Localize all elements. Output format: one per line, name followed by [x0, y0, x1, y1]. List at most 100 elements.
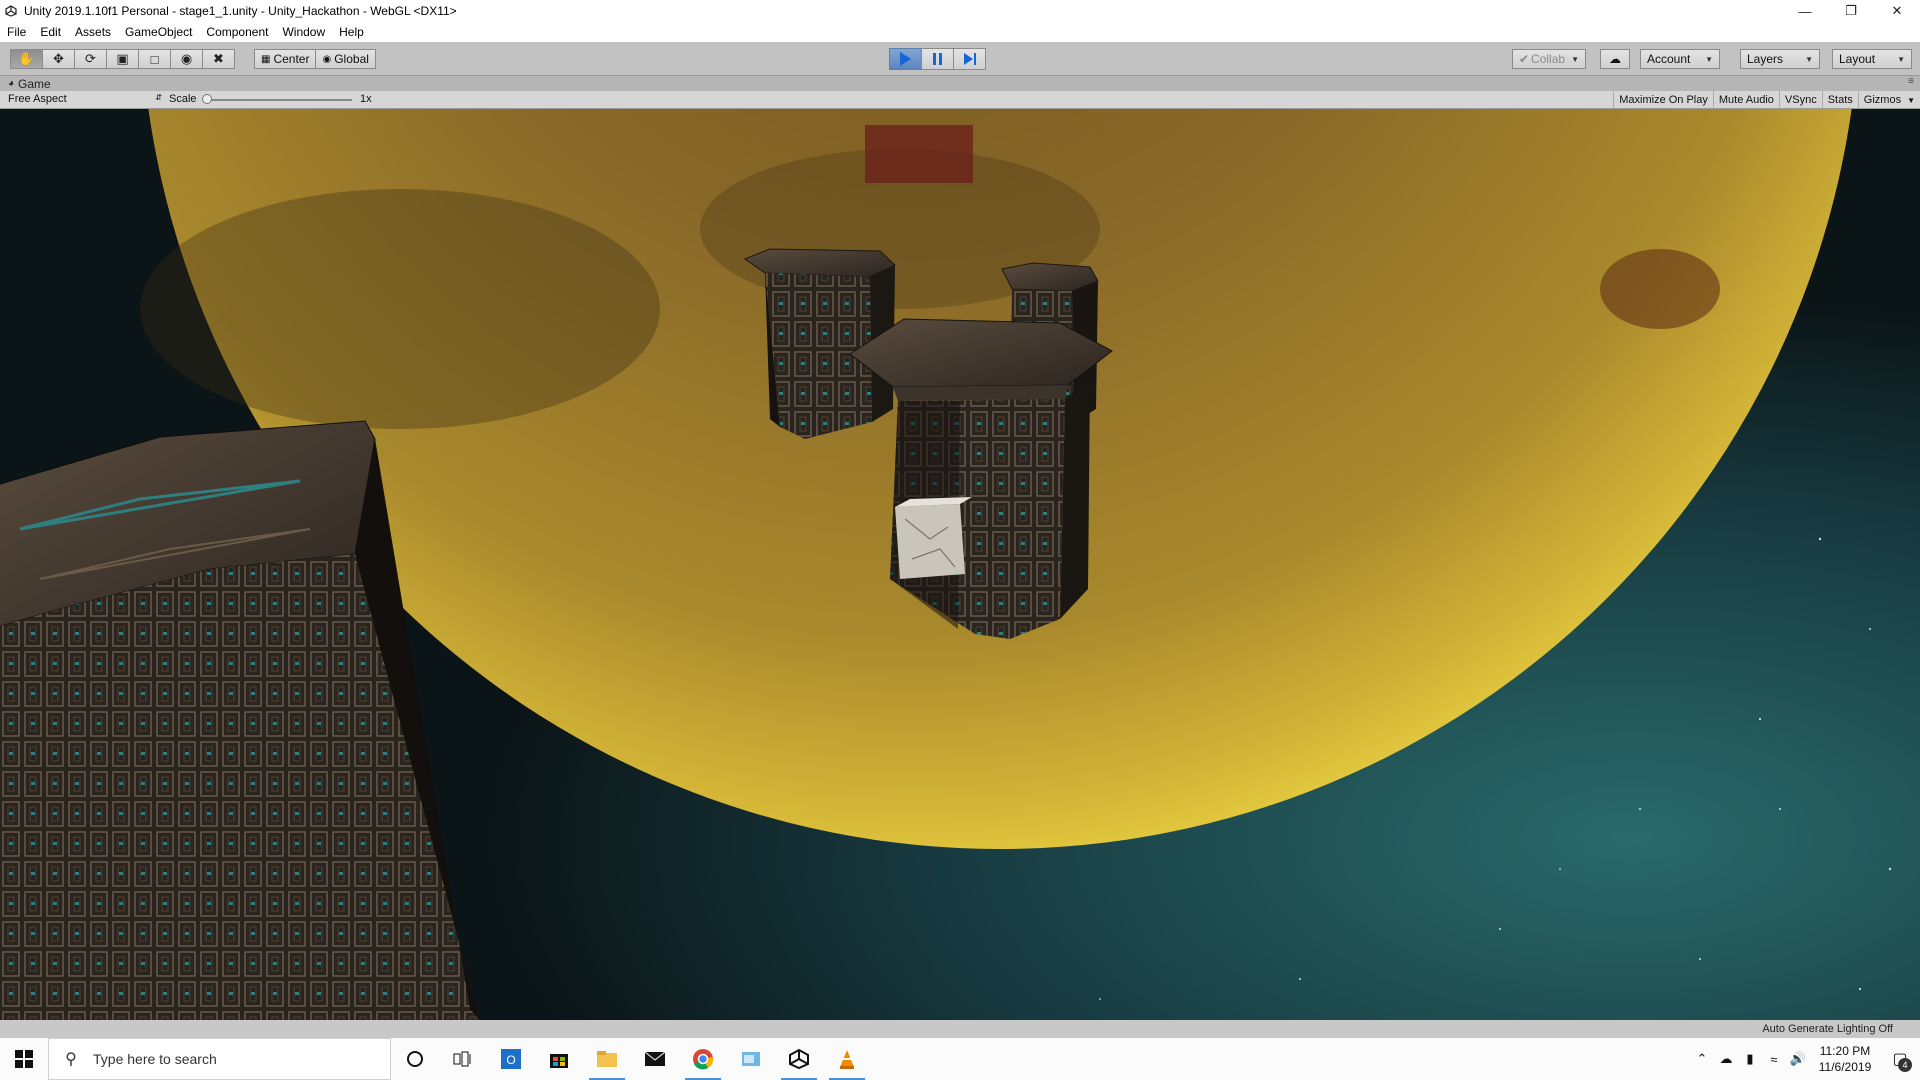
onedrive-icon[interactable]: ☁ — [1714, 1051, 1738, 1067]
scale-slider-thumb[interactable] — [202, 94, 212, 104]
close-icon[interactable]: ✕ — [1874, 0, 1920, 22]
system-tray: ⌃ ☁ ▮ ≈ 🔊 11:20 PM 11/6/2019 ▢ 4 — [1690, 1038, 1920, 1080]
chevron-down-icon: ▼ — [1571, 54, 1579, 64]
globe-icon: ◉ — [322, 53, 332, 65]
outlook-icon[interactable]: O — [487, 1038, 535, 1080]
maximize-on-play-toggle[interactable]: Maximize On Play — [1613, 91, 1713, 109]
status-bar: Auto Generate Lighting Off — [0, 1020, 1920, 1038]
main-toolbar: ✋ ✥ ⟳ ▣ □ ◉ ✖ ▦ Center ◉ Global ✔ Collab… — [0, 42, 1920, 76]
mute-audio-toggle[interactable]: Mute Audio — [1712, 91, 1779, 109]
menu-edit[interactable]: Edit — [33, 22, 68, 42]
chevron-down-icon: ▼ — [1897, 54, 1905, 64]
menu-assets[interactable]: Assets — [68, 22, 118, 42]
unity-logo-icon — [0, 0, 22, 22]
clock-time: 11:20 PM — [1819, 1044, 1871, 1058]
chevron-down-icon: ▼ — [1907, 95, 1915, 105]
tab-game-label: Game — [18, 76, 51, 91]
vsync-toggle[interactable]: VSync — [1778, 91, 1822, 109]
pause-button[interactable] — [921, 48, 954, 70]
collab-button[interactable]: ✔ Collab ▼ — [1512, 49, 1586, 69]
game-view-toggles: Maximize On Play Mute Audio VSync Stats … — [1613, 91, 1920, 109]
hand-tool-icon[interactable]: ✋ — [10, 49, 43, 69]
clock-date: 11/6/2019 — [1818, 1060, 1872, 1074]
windows-logo-icon — [15, 1050, 33, 1068]
vlc-icon[interactable] — [823, 1038, 871, 1080]
title-bar: Unity 2019.1.10f1 Personal - stage1_1.un… — [0, 0, 1920, 22]
game-tab-bar: ◕ Game ≡ — [0, 76, 1920, 91]
move-tool-icon[interactable]: ✥ — [42, 49, 75, 69]
game-scene — [0, 109, 1920, 1020]
pause-icon — [933, 53, 942, 65]
layers-label: Layers — [1747, 52, 1784, 66]
wifi-icon[interactable]: ≈ — [1762, 1052, 1786, 1067]
layout-dropdown[interactable]: Layout ▼ — [1832, 49, 1912, 69]
minimize-icon[interactable]: — — [1782, 0, 1828, 22]
store-icon[interactable] — [535, 1038, 583, 1080]
rect-tool-icon[interactable]: □ — [138, 49, 171, 69]
stats-toggle[interactable]: Stats — [1821, 91, 1858, 109]
pivot-global-button[interactable]: ◉ Global — [315, 49, 376, 69]
mail-icon[interactable] — [631, 1038, 679, 1080]
game-view-controls: Free Aspect ⇵ Scale 1x Maximize On Play … — [0, 91, 1920, 109]
play-button[interactable] — [889, 48, 922, 70]
transform-tool-icon[interactable]: ◉ — [170, 49, 203, 69]
menu-window[interactable]: Window — [275, 22, 332, 42]
pivot-center-icon: ▦ — [261, 53, 271, 65]
svg-text:O: O — [506, 1053, 515, 1067]
window-title: Unity 2019.1.10f1 Personal - stage1_1.un… — [24, 4, 457, 18]
cloud-icon: ☁ — [1609, 52, 1621, 66]
app-icon[interactable] — [727, 1038, 775, 1080]
pivot-toggles: ▦ Center ◉ Global — [254, 49, 376, 69]
menu-gameobject[interactable]: GameObject — [118, 22, 199, 42]
volume-icon[interactable]: 🔊 — [1786, 1051, 1810, 1067]
menu-bar: File Edit Assets GameObject Component Wi… — [0, 22, 1920, 42]
tab-menu-icon[interactable]: ≡ — [1908, 76, 1914, 87]
search-placeholder: Type here to search — [93, 1051, 217, 1067]
pivot-label: Center — [273, 52, 310, 66]
cortana-icon[interactable] — [391, 1038, 439, 1080]
windows-taskbar: ⚲ Type here to search O ⌃ ☁ ▮ ≈ 🔊 11:20 … — [0, 1038, 1920, 1080]
search-icon: ⚲ — [65, 1051, 77, 1068]
unity-icon[interactable] — [775, 1038, 823, 1080]
notification-count: 4 — [1898, 1058, 1912, 1072]
lighting-status: Auto Generate Lighting Off — [1762, 1023, 1893, 1035]
start-button[interactable] — [0, 1038, 48, 1080]
cloud-button[interactable]: ☁ — [1600, 49, 1630, 69]
layout-label: Layout — [1839, 52, 1876, 66]
aspect-dropdown[interactable]: Free Aspect ⇵ — [8, 93, 162, 105]
scale-slider-track[interactable] — [205, 99, 352, 101]
play-icon — [900, 52, 911, 66]
menu-file[interactable]: File — [0, 22, 33, 42]
scale-value: 1x — [360, 93, 372, 105]
rotate-tool-icon[interactable]: ⟳ — [74, 49, 107, 69]
task-view-icon[interactable] — [439, 1038, 487, 1080]
chevron-down-icon: ▼ — [1805, 54, 1813, 64]
battery-icon[interactable]: ▮ — [1738, 1051, 1762, 1067]
menu-component[interactable]: Component — [199, 22, 275, 42]
space-label: Global — [334, 52, 369, 66]
layers-dropdown[interactable]: Layers ▼ — [1740, 49, 1820, 69]
menu-help[interactable]: Help — [332, 22, 371, 42]
file-explorer-icon[interactable] — [583, 1038, 631, 1080]
collab-check-icon: ✔ — [1519, 52, 1530, 66]
chrome-icon[interactable] — [679, 1038, 727, 1080]
tab-game[interactable]: ◕ Game — [0, 77, 51, 91]
step-icon — [963, 53, 976, 65]
custom-tool-icon[interactable]: ✖ — [202, 49, 235, 69]
clock[interactable]: 11:20 PM 11/6/2019 — [1810, 1043, 1880, 1075]
pivot-center-button[interactable]: ▦ Center — [254, 49, 317, 69]
chevron-down-icon: ▼ — [1705, 54, 1713, 64]
scale-tool-icon[interactable]: ▣ — [106, 49, 139, 69]
transform-tools: ✋ ✥ ⟳ ▣ □ ◉ ✖ — [10, 49, 235, 69]
taskbar-search-input[interactable]: ⚲ Type here to search — [48, 1038, 391, 1080]
account-dropdown[interactable]: Account ▼ — [1640, 49, 1720, 69]
step-button[interactable] — [953, 48, 986, 70]
chevron-up-icon[interactable]: ⌃ — [1690, 1051, 1714, 1067]
gizmos-label: Gizmos — [1863, 94, 1902, 106]
game-viewport[interactable] — [0, 109, 1920, 1020]
gizmos-dropdown[interactable]: Gizmos ▼ — [1857, 91, 1920, 109]
play-controls — [889, 48, 986, 70]
chevron-updown-icon: ⇵ — [155, 93, 162, 102]
action-center-button[interactable]: ▢ 4 — [1880, 1038, 1920, 1080]
restore-icon[interactable]: ❐ — [1828, 0, 1874, 22]
